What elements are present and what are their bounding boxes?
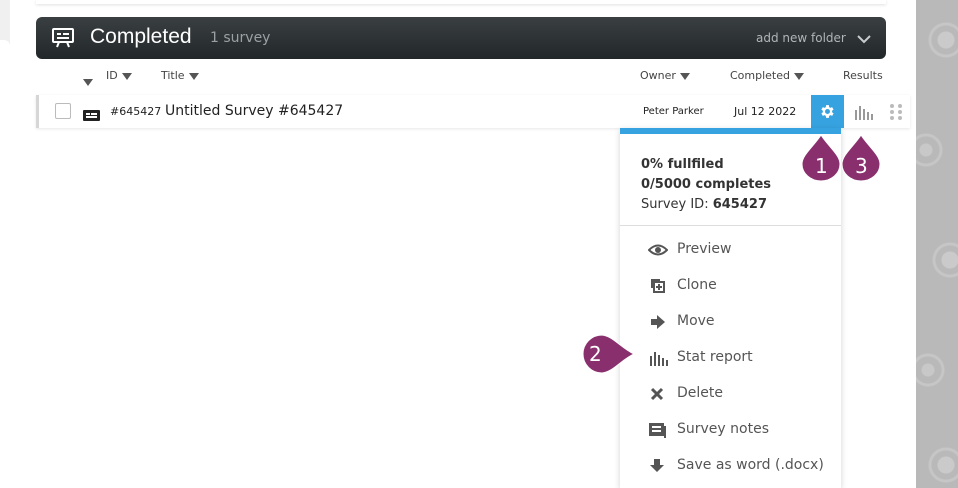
callout-marker-2: 2: [571, 333, 636, 377]
menu-item-label: Stat report: [677, 349, 753, 365]
callout-number: 3: [855, 154, 868, 178]
menu-item-label: Survey notes: [677, 421, 769, 437]
callout-number: 1: [815, 154, 828, 178]
survey-row[interactable]: #645427 Untitled Survey #645427 Peter Pa…: [36, 95, 910, 128]
x-icon: [648, 386, 668, 402]
left-panel-edge: [0, 40, 10, 488]
sort-caret-icon: [794, 72, 804, 80]
column-header-results: Results: [843, 69, 883, 82]
survey-id-value: 645427: [712, 197, 767, 212]
sort-caret-icon: [121, 72, 132, 80]
folder-header[interactable]: Completed 1 survey add new folder: [36, 17, 886, 59]
survey-id: #645427: [110, 105, 162, 118]
add-new-folder-link[interactable]: add new folder: [756, 31, 846, 45]
survey-completed-date: Jul 12 2022: [734, 105, 797, 118]
chevron-down-icon[interactable]: [856, 31, 872, 45]
column-header-completed-label: Completed: [730, 69, 790, 82]
folder-title: Completed: [90, 25, 192, 48]
select-sort-caret[interactable]: [83, 72, 93, 91]
decorative-background: [916, 0, 958, 488]
column-header-title-label: Title: [161, 69, 185, 82]
column-header-completed[interactable]: Completed: [730, 69, 804, 82]
column-header-id-label: ID: [106, 69, 118, 82]
survey-card-icon: [83, 106, 100, 121]
previous-folder-card: [36, 0, 886, 4]
column-header-id[interactable]: ID: [106, 69, 132, 82]
callout-marker-3: 3: [840, 134, 882, 182]
folder-survey-count: 1 survey: [210, 30, 271, 46]
menu-item-label: Clone: [677, 277, 717, 293]
column-header-owner-label: Owner: [640, 69, 676, 82]
menu-item-label: Delete: [677, 385, 723, 401]
notes-icon: [648, 422, 668, 438]
survey-owner: Peter Parker: [643, 106, 704, 117]
download-icon: [648, 458, 668, 474]
menu-item-stat-report[interactable]: Stat report: [620, 340, 841, 376]
column-header-owner[interactable]: Owner: [640, 69, 690, 82]
survey-id-line: Survey ID: 645427: [641, 195, 841, 215]
settings-button[interactable]: [811, 95, 844, 128]
eye-icon: [647, 242, 669, 258]
sort-caret-icon: [188, 72, 199, 80]
clone-icon: [648, 278, 668, 294]
drag-handle-icon[interactable]: [889, 103, 903, 121]
menu-item-label: Preview: [677, 241, 732, 257]
menu-item-save-as-word[interactable]: Save as word (.docx): [620, 448, 841, 484]
sort-caret-icon: [679, 72, 690, 80]
row-checkbox[interactable]: [55, 103, 71, 119]
callout-marker-1: 1: [800, 134, 842, 182]
menu-item-survey-notes[interactable]: Survey notes: [620, 412, 841, 448]
menu-item-label: Move: [677, 313, 715, 329]
column-header-title[interactable]: Title: [161, 69, 199, 82]
callout-number: 2: [589, 342, 602, 366]
results-bar-chart-icon[interactable]: [855, 104, 875, 120]
survey-title[interactable]: Untitled Survey #645427: [165, 103, 343, 119]
menu-item-clone[interactable]: Clone: [620, 268, 841, 304]
gear-icon: [821, 105, 834, 118]
menu-item-move[interactable]: Move: [620, 304, 841, 340]
menu-item-delete[interactable]: Delete: [620, 376, 841, 412]
menu-item-label: Save as word (.docx): [677, 457, 824, 473]
bar-chart-icon: [648, 350, 668, 366]
arrow-right-icon: [648, 314, 668, 330]
menu-item-preview[interactable]: Preview: [620, 232, 841, 268]
presentation-board-icon: [52, 28, 74, 48]
survey-id-label: Survey ID:: [641, 197, 709, 212]
